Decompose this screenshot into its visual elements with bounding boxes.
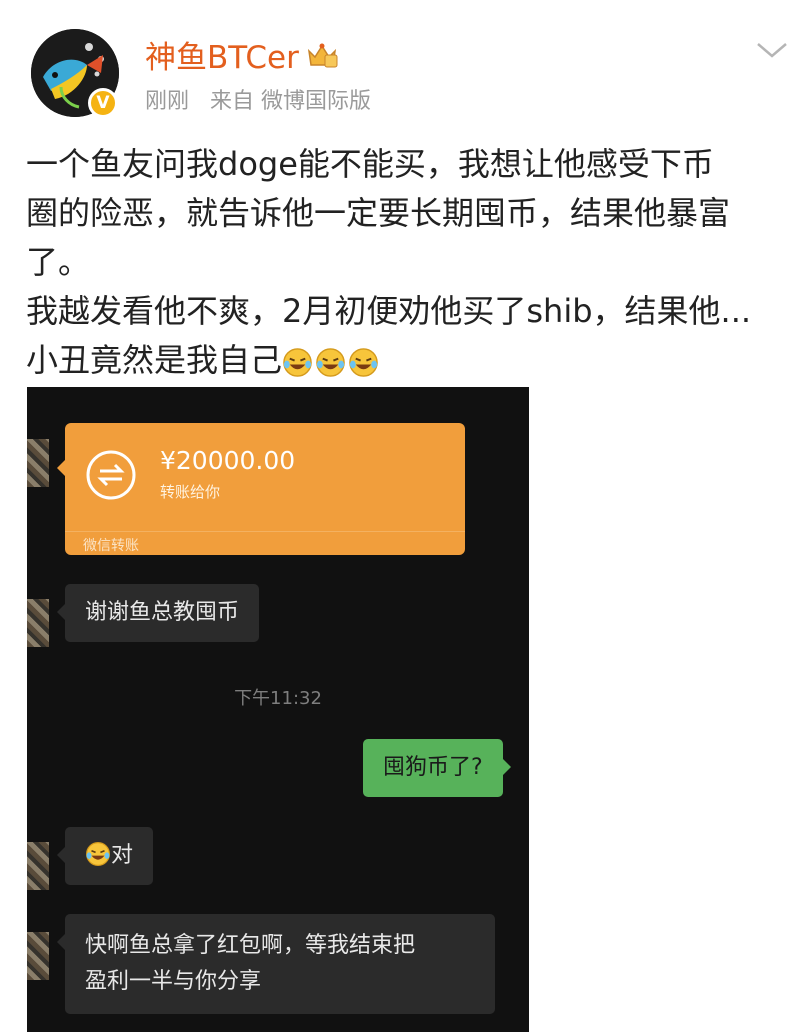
laughing-crying-emoji-icon bbox=[349, 348, 378, 377]
message-bubble-sent[interactable]: 囤狗币了? bbox=[363, 739, 511, 797]
message-text: 谢谢鱼总教囤币 bbox=[85, 600, 240, 625]
transfer-footer: 微信转账 bbox=[83, 538, 139, 554]
message-bubble-received[interactable]: 快啊鱼总拿了红包啊，等我结束把 盈利一半与你分享 bbox=[57, 914, 495, 1014]
transfer-arrows-icon bbox=[86, 450, 136, 500]
contact-avatar bbox=[27, 842, 49, 890]
contact-avatar bbox=[27, 932, 49, 980]
post-meta: 刚刚 来自 微博国际版 bbox=[145, 83, 385, 115]
post-line: 我越发看他不爽，2月初便劝他买了shib，结果他... bbox=[26, 292, 752, 330]
transfer-amount: ¥20000.00 bbox=[160, 446, 296, 475]
chat-screenshot: ¥20000.00 转账给你 微信转账 谢谢鱼总教囤币 下午11:32 囤狗币了… bbox=[27, 387, 529, 1032]
transfer-card[interactable]: ¥20000.00 转账给你 微信转账 bbox=[65, 423, 465, 555]
contact-avatar bbox=[27, 599, 49, 647]
verified-badge-icon: V bbox=[88, 88, 118, 118]
message-text: 囤狗币了? bbox=[383, 755, 483, 780]
message-bubble-received[interactable]: 对 bbox=[56, 827, 154, 885]
post-line: 一个鱼友问我doge能不能买，我想让他感受下币 bbox=[26, 145, 714, 183]
chat-timestamp: 下午11:32 bbox=[234, 688, 322, 709]
divider bbox=[65, 531, 465, 532]
post-source: 来自 微博国际版 bbox=[210, 89, 372, 114]
message-bubble-received[interactable]: 谢谢鱼总教囤币 bbox=[56, 584, 260, 642]
message-text: 对 bbox=[111, 843, 134, 868]
crown-badge-icon bbox=[307, 43, 338, 67]
post-line-with-emoji: 小丑竟然是我自己 bbox=[26, 336, 796, 385]
transfer-subtitle: 转账给你 bbox=[160, 483, 221, 501]
post-time: 刚刚 bbox=[145, 89, 190, 114]
emoji-group bbox=[282, 347, 379, 378]
message-text: 盈利一半与你分享 bbox=[85, 969, 262, 994]
contact-avatar bbox=[27, 439, 49, 487]
post-line: 小丑竟然是我自己 bbox=[26, 341, 283, 379]
post-body: 一个鱼友问我doge能不能买，我想让他感受下币 圈的险恶，就告诉他一定要长期囤币，… bbox=[26, 140, 796, 385]
post-line: 了。 bbox=[26, 243, 91, 281]
message-text: 快啊鱼总拿了红包啊，等我结束把 bbox=[85, 933, 416, 958]
username-text: 神鱼BTCer bbox=[145, 40, 299, 76]
post-line: 圈的险恶，就告诉他一定要长期囤币，结果他暴富 bbox=[26, 194, 731, 232]
laughing-crying-emoji-icon bbox=[316, 348, 345, 377]
chevron-down-icon[interactable] bbox=[752, 38, 792, 62]
laughing-crying-emoji-icon bbox=[283, 348, 312, 377]
post-author[interactable]: 神鱼BTCer bbox=[145, 32, 339, 77]
laughing-crying-emoji-icon bbox=[86, 842, 110, 866]
